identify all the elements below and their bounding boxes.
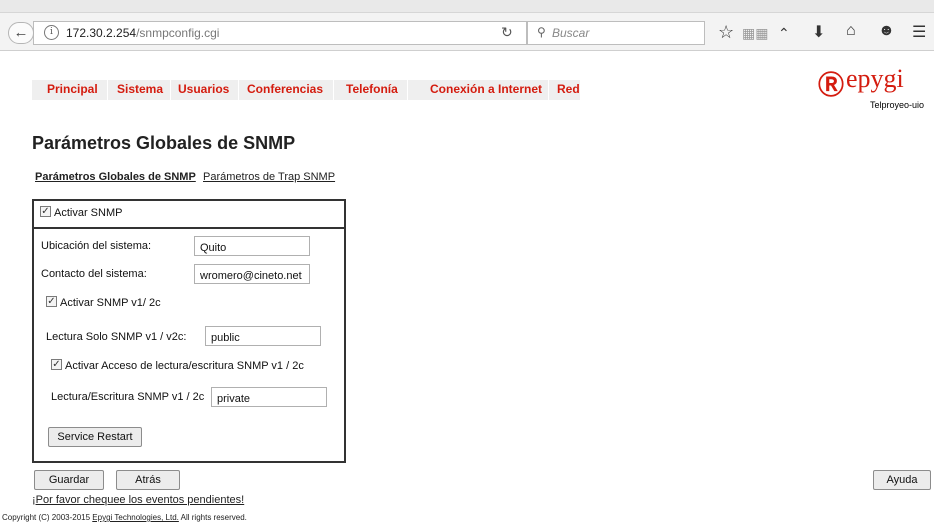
copyright-prefix: Copyright (C) 2003-2015 [2,513,93,522]
download-icon[interactable]: ⬇ [812,22,825,42]
menu-icon[interactable]: ☰ [912,22,926,42]
ro-community-input[interactable] [205,326,321,346]
pending-events-link[interactable]: ¡Por favor chequee los eventos pendiente… [32,494,244,506]
info-icon[interactable]: i [44,25,59,40]
page-title: Parámetros Globales de SNMP [32,133,296,153]
menu-divider [238,80,239,100]
back-arrow-icon[interactable]: ← [8,22,34,44]
menu-item-usuarios[interactable]: Usuarios [178,82,229,96]
copyright-suffix: All rights reserved. [178,513,247,522]
device-name: Telproyeo-uio [870,100,925,110]
help-button[interactable]: Ayuda [873,470,931,490]
epygi-logo-icon: Ⓡ [818,71,845,101]
save-button[interactable]: Guardar [34,470,104,490]
brand-logo: epygi [846,64,904,93]
grid-icon[interactable]: ▦▦ [742,25,768,42]
enable-rw-checkbox[interactable]: ✓ [51,359,62,370]
rw-community-input[interactable] [211,387,327,407]
menu-divider [107,80,108,100]
chevron-up-icon[interactable]: ⌃ [778,25,790,42]
menu-divider [333,80,334,100]
url-host: 172.30.2.254 [66,26,137,40]
rw-community-label: Lectura/Escritura SNMP v1 / 2c [51,391,205,403]
menu-divider [170,80,171,100]
contact-label: Contacto del sistema: [41,268,147,280]
browser-tab-strip [0,0,934,13]
panel-divider [34,227,345,229]
reload-icon[interactable]: ↻ [501,24,513,41]
enable-rw-label: Activar Acceso de lectura/escritura SNMP… [65,360,304,372]
back-button[interactable]: Atrás [116,470,180,490]
menu-item-principal[interactable]: Principal [47,82,98,96]
enable-snmp-checkbox[interactable]: ✓ [40,206,51,217]
search-placeholder[interactable]: Buscar [552,26,589,40]
bookmark-star-icon[interactable]: ☆ [718,22,734,43]
company-link[interactable]: Epygi Technologies, Ltd. [92,513,179,522]
chat-icon[interactable]: ☻ [878,22,895,40]
location-label: Ubicación del sistema: [41,240,152,252]
url-path: /snmpconfig.cgi [136,26,220,40]
service-restart-button[interactable]: Service Restart [48,427,142,447]
ro-community-label: Lectura Solo SNMP v1 / v2c: [46,331,187,343]
enable-snmp-label: Activar SNMP [54,207,123,219]
menu-item-conexion-internet[interactable]: Conexión a Internet [430,82,542,96]
enable-v1v2-checkbox[interactable]: ✓ [46,296,57,307]
search-icon: ⚲ [537,25,546,39]
menu-item-conferencias[interactable]: Conferencias [247,82,323,96]
menu-item-red[interactable]: Red [557,82,580,96]
copyright-text: Copyright (C) 2003-2015 Epygi Technologi… [2,513,247,522]
menu-item-sistema[interactable]: Sistema [117,82,163,96]
menu-item-telefonia[interactable]: Telefonía [346,82,398,96]
tab-trap-params[interactable]: Parámetros de Trap SNMP [203,171,335,183]
contact-input[interactable] [194,264,310,284]
location-input[interactable] [194,236,310,256]
menu-divider [407,80,408,100]
menu-divider [548,80,549,100]
home-icon[interactable]: ⌂ [846,22,856,40]
tab-global-params[interactable]: Parámetros Globales de SNMP [35,171,196,183]
url-text[interactable]: 172.30.2.254/snmpconfig.cgi [66,26,219,40]
enable-v1v2-label: Activar SNMP v1/ 2c [60,297,161,309]
